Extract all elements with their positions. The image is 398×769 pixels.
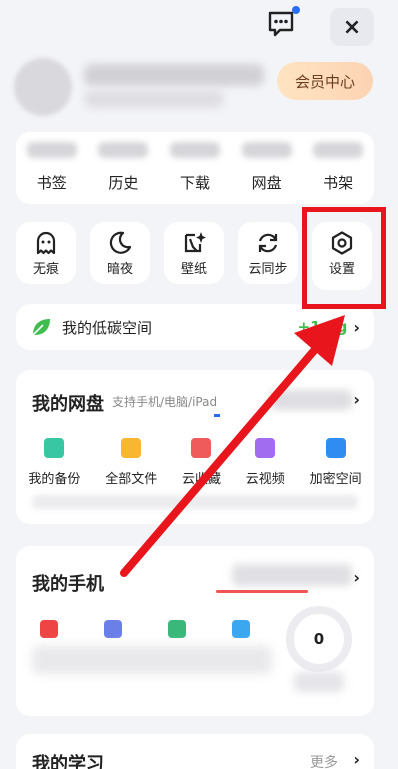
sync-icon bbox=[258, 233, 278, 253]
storage-usage-bar bbox=[214, 414, 220, 417]
video-app-icon[interactable] bbox=[40, 620, 58, 638]
ghost-icon bbox=[36, 231, 56, 255]
count-redacted bbox=[26, 142, 77, 158]
chevron-right-icon[interactable]: › bbox=[353, 750, 360, 769]
my-phone-title[interactable]: 我的手机 bbox=[32, 570, 104, 596]
disk-item-cloud-favorites[interactable]: 云收藏 bbox=[182, 438, 221, 487]
username-redacted bbox=[84, 64, 264, 86]
disk-item-cloud-video[interactable]: 云视频 bbox=[246, 438, 285, 487]
tool-cloud-sync[interactable]: 云同步 bbox=[238, 222, 298, 284]
my-learning-title[interactable]: 我的学习 bbox=[32, 750, 104, 769]
quick-link-bookshelf[interactable]: 书架 bbox=[323, 172, 353, 193]
top-bar: × bbox=[0, 0, 398, 48]
gauge-value: 0 bbox=[313, 630, 325, 648]
tool-wallpaper[interactable]: 壁纸 bbox=[164, 222, 224, 284]
low-carbon-label: 我的低碳空间 bbox=[62, 318, 153, 337]
phone-category-redacted bbox=[32, 646, 272, 674]
chevron-right-icon: › bbox=[353, 317, 360, 337]
storage-info-redacted bbox=[270, 390, 352, 410]
cloud-disk-subtitle: 支持手机/电脑/iPad bbox=[112, 395, 218, 409]
count-redacted bbox=[241, 142, 292, 158]
tool-incognito[interactable]: 无痕 bbox=[16, 222, 76, 284]
documents-icon[interactable] bbox=[232, 620, 250, 638]
quick-link-downloads[interactable]: 下载 bbox=[180, 172, 210, 193]
photos-icon[interactable] bbox=[104, 620, 122, 638]
disk-item-backup[interactable]: 我的备份 bbox=[28, 438, 80, 487]
cloud-disk-title[interactable]: 我的网盘 bbox=[32, 390, 104, 416]
chevron-right-icon[interactable]: › bbox=[353, 390, 360, 409]
notification-dot bbox=[292, 6, 300, 14]
vip-center-button[interactable]: 会员中心 bbox=[277, 62, 373, 100]
disk-item-all-files[interactable]: 全部文件 bbox=[105, 438, 157, 487]
disk-item-label: 云视频 bbox=[245, 472, 285, 487]
disk-item-label: 全部文件 bbox=[105, 472, 158, 487]
apps-icon[interactable] bbox=[168, 620, 186, 638]
my-phone-card: 我的手机 › 0 bbox=[16, 546, 374, 716]
quick-link-bookmarks[interactable]: 书签 bbox=[37, 172, 67, 193]
my-learning-card: 我的学习 更多 › bbox=[16, 734, 374, 769]
cleanup-gauge[interactable]: 0 bbox=[286, 606, 352, 672]
message-button[interactable] bbox=[266, 6, 300, 40]
video-icon bbox=[255, 438, 276, 458]
count-redacted bbox=[169, 142, 220, 158]
carbon-value: +1.0g bbox=[297, 318, 348, 336]
quick-links-card: 书签 历史 下载 网盘 书架 bbox=[16, 132, 374, 204]
tool-label: 暗夜 bbox=[106, 262, 133, 277]
settings-highlight-box bbox=[302, 207, 386, 309]
count-redacted bbox=[98, 142, 149, 158]
profile-section: 会员中心 bbox=[0, 50, 398, 120]
favorite-icon bbox=[191, 438, 212, 458]
chevron-right-icon[interactable]: › bbox=[353, 568, 360, 587]
backup-icon bbox=[44, 438, 65, 458]
avatar[interactable] bbox=[14, 58, 72, 116]
count-redacted bbox=[313, 142, 364, 158]
disk-item-label: 我的备份 bbox=[28, 472, 81, 487]
close-button[interactable]: × bbox=[330, 8, 374, 46]
cloud-disk-card: 我的网盘 支持手机/电脑/iPad › 我的备份 全部文件 云收藏 云视频 加密… bbox=[16, 370, 374, 524]
gauge-label-redacted bbox=[294, 672, 344, 692]
tool-label: 云同步 bbox=[248, 262, 288, 277]
chat-bubble-icon bbox=[268, 11, 294, 37]
folder-icon bbox=[121, 438, 142, 458]
close-icon: × bbox=[342, 14, 362, 40]
quick-link-history[interactable]: 历史 bbox=[108, 172, 138, 193]
tool-dark-mode[interactable]: 暗夜 bbox=[90, 222, 150, 284]
disk-item-encrypted-space[interactable]: 加密空间 bbox=[310, 438, 362, 487]
phone-storage-redacted bbox=[232, 564, 352, 586]
low-carbon-card[interactable]: 我的低碳空间 +1.0g › bbox=[16, 304, 374, 350]
wallpaper-icon bbox=[184, 232, 206, 253]
account-info-redacted bbox=[84, 90, 224, 108]
disk-item-label: 加密空间 bbox=[309, 472, 362, 487]
quick-link-cloud-disk[interactable]: 网盘 bbox=[252, 172, 282, 193]
lock-icon bbox=[325, 438, 346, 458]
disk-item-label: 云收藏 bbox=[181, 472, 221, 487]
moon-icon bbox=[109, 231, 132, 254]
tool-label: 无痕 bbox=[32, 262, 59, 277]
phone-storage-bar bbox=[216, 590, 308, 593]
tool-label: 壁纸 bbox=[180, 262, 207, 277]
more-link[interactable]: 更多 bbox=[310, 752, 338, 769]
disk-footer-redacted bbox=[32, 495, 358, 509]
leaf-icon bbox=[32, 319, 50, 336]
